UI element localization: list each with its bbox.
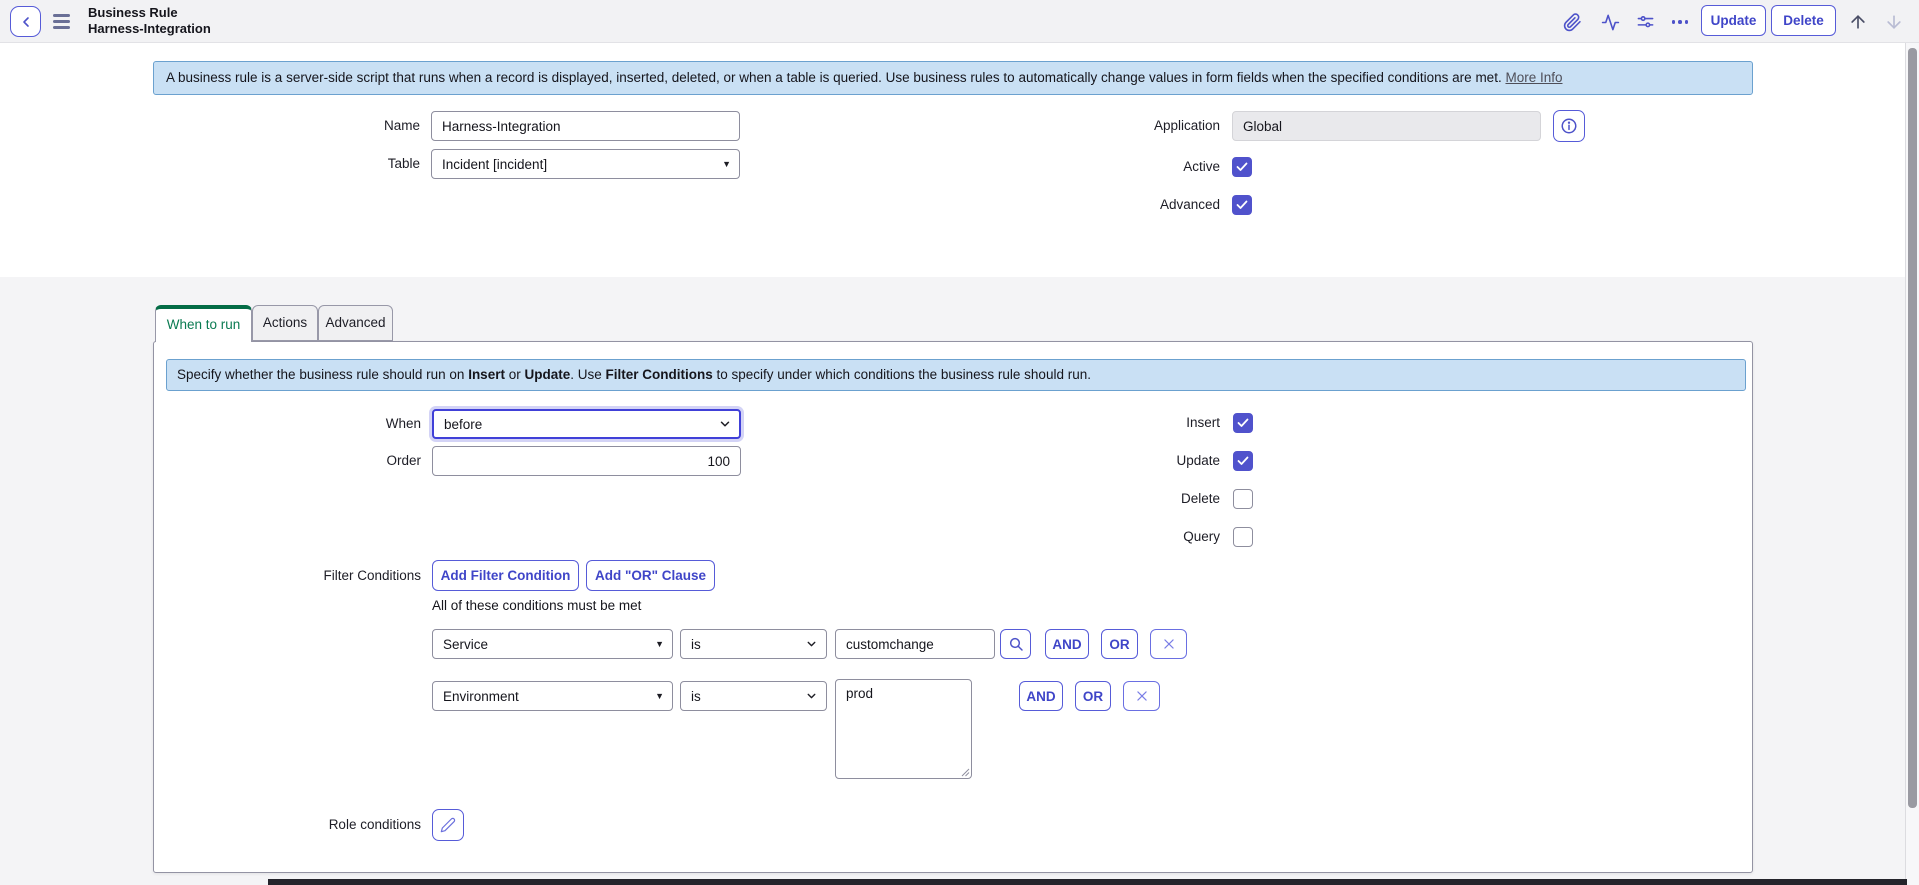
x-icon: [1135, 689, 1149, 703]
application-info-button[interactable]: [1553, 110, 1585, 142]
condition-2-operator-select[interactable]: is: [680, 681, 827, 711]
table-select[interactable]: Incident [incident]: [431, 149, 740, 179]
condition-field-select-wrap: Environment ▼: [432, 681, 673, 711]
hamburger-icon[interactable]: [53, 14, 70, 29]
delete-label: Delete: [1070, 489, 1220, 509]
when-to-run-panel: Specify whether the business rule should…: [153, 341, 1753, 873]
condition-field-select-wrap: Service ▼: [432, 629, 673, 659]
delete-button[interactable]: Delete: [1771, 5, 1836, 36]
banner-text: Specify whether the business rule should…: [177, 367, 468, 382]
active-checkbox[interactable]: [1232, 157, 1252, 177]
condition-1-field-select[interactable]: Service: [432, 629, 673, 659]
ellipsis-icon[interactable]: [1668, 10, 1692, 34]
banner-bold-insert: Insert: [468, 367, 505, 382]
when-label: When: [154, 409, 421, 439]
condition-match-text: All of these conditions must be met: [432, 598, 641, 613]
application-label: Application: [953, 111, 1220, 141]
tab-when-to-run[interactable]: When to run: [155, 305, 252, 342]
condition-2-value-wrap: prod: [835, 679, 972, 779]
sliders-icon[interactable]: [1633, 10, 1657, 34]
condition-operator-select-wrap: is: [680, 681, 827, 711]
business-rule-form-screen: Business Rule Harness-Integration Update…: [0, 0, 1919, 885]
insert-checkbox[interactable]: [1233, 413, 1253, 433]
table-select-wrap: Incident [incident] ▼: [431, 149, 740, 179]
record-name-title: Harness-Integration: [88, 21, 211, 37]
update-label: Update: [1070, 451, 1220, 471]
condition-2-field-select[interactable]: Environment: [432, 681, 673, 711]
condition-1-value-input[interactable]: [835, 629, 995, 659]
order-label: Order: [154, 446, 421, 476]
banner-text: or: [505, 367, 525, 382]
role-conditions-label: Role conditions: [154, 809, 421, 841]
back-button[interactable]: [10, 6, 41, 37]
condition-1-operator-select[interactable]: is: [680, 629, 827, 659]
condition-1-remove-button[interactable]: [1150, 629, 1187, 659]
advanced-label: Advanced: [953, 195, 1220, 215]
when-select[interactable]: before: [432, 409, 741, 439]
vertical-scrollbar[interactable]: [1905, 43, 1919, 885]
banner-text: . Use: [570, 367, 605, 382]
condition-2-or-button[interactable]: OR: [1075, 681, 1111, 711]
banner-bold-update: Update: [524, 367, 570, 382]
condition-operator-select-wrap: is: [680, 629, 827, 659]
business-rule-info-banner: A business rule is a server-side script …: [153, 61, 1753, 95]
banner-text: to specify under which conditions the bu…: [713, 367, 1091, 382]
info-banner-text: A business rule is a server-side script …: [166, 70, 1502, 85]
advanced-checkbox[interactable]: [1232, 195, 1252, 215]
update-button[interactable]: Update: [1701, 5, 1766, 36]
condition-2-remove-button[interactable]: [1123, 681, 1160, 711]
paperclip-icon[interactable]: [1560, 10, 1584, 34]
script-editor-edge: [268, 879, 1907, 885]
condition-2-value-textarea[interactable]: prod: [835, 679, 972, 779]
form-header: Business Rule Harness-Integration Update…: [0, 0, 1919, 43]
query-checkbox[interactable]: [1233, 527, 1253, 547]
banner-bold-filter-conditions: Filter Conditions: [606, 367, 713, 382]
insert-label: Insert: [1070, 413, 1220, 433]
update-checkbox[interactable]: [1233, 451, 1253, 471]
info-circle-icon: [1560, 117, 1578, 135]
when-select-wrap: before: [432, 409, 741, 439]
magnifier-icon: [1008, 636, 1024, 652]
name-label: Name: [153, 111, 420, 141]
application-field: [1232, 111, 1541, 141]
arrow-down-icon[interactable]: [1882, 10, 1906, 34]
condition-1-or-button[interactable]: OR: [1101, 629, 1138, 659]
pencil-icon: [440, 817, 456, 833]
page-title: Business Rule Harness-Integration: [88, 5, 211, 37]
chevron-left-icon: [18, 14, 34, 30]
tab-actions[interactable]: Actions: [252, 305, 318, 341]
tab-advanced[interactable]: Advanced: [318, 305, 393, 341]
table-label: Table: [153, 149, 420, 179]
x-icon: [1162, 637, 1176, 651]
add-filter-condition-button[interactable]: Add Filter Condition: [432, 560, 579, 591]
name-input[interactable]: [431, 111, 740, 141]
add-or-clause-button[interactable]: Add "OR" Clause: [586, 560, 715, 591]
run-conditions-banner: Specify whether the business rule should…: [166, 359, 1746, 391]
condition-1-and-button[interactable]: AND: [1045, 629, 1089, 659]
activity-icon[interactable]: [1598, 10, 1622, 34]
role-conditions-edit-button[interactable]: [432, 809, 464, 841]
active-label: Active: [953, 157, 1220, 177]
filter-conditions-label: Filter Conditions: [154, 560, 421, 591]
record-type-title: Business Rule: [88, 5, 211, 21]
condition-1-search-button[interactable]: [1000, 629, 1031, 659]
query-label: Query: [1070, 527, 1220, 547]
arrow-up-icon[interactable]: [1846, 10, 1870, 34]
more-info-link[interactable]: More Info: [1505, 70, 1562, 85]
condition-2-and-button[interactable]: AND: [1019, 681, 1063, 711]
order-input[interactable]: [432, 446, 741, 476]
delete-checkbox[interactable]: [1233, 489, 1253, 509]
scrollbar-thumb[interactable]: [1908, 48, 1917, 808]
